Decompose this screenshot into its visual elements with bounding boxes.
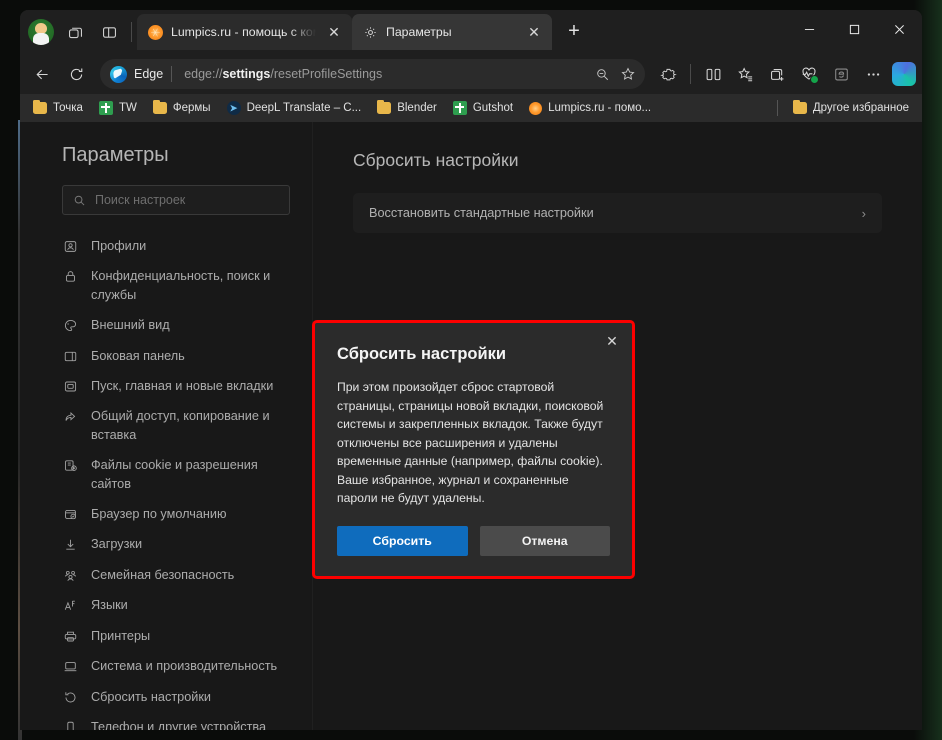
tab-strip: Lumpics.ru - помощь с компьюте ✕ Парамет… — [20, 10, 922, 54]
other-favorites-label: Другое избранное — [812, 102, 909, 114]
url-text[interactable]: edge://settings/resetProfileSettings — [184, 67, 589, 81]
url-suffix: /resetProfileSettings — [270, 67, 383, 81]
bookmark-label: Точка — [53, 102, 83, 114]
green-cross-icon — [452, 101, 467, 115]
refresh-icon[interactable] — [60, 58, 92, 90]
favorites-icon[interactable] — [730, 58, 760, 90]
omnibox-brand: Edge — [134, 67, 164, 81]
omnibox-divider — [171, 66, 173, 82]
bookmark-item[interactable]: Gutshot — [446, 98, 520, 118]
profile-avatar[interactable] — [24, 15, 58, 49]
edge-logo-icon — [110, 65, 127, 83]
workspaces-icon[interactable] — [58, 15, 92, 49]
address-bar[interactable]: Edge edge://settings/resetProfileSetting… — [100, 59, 645, 89]
bookmark-item[interactable]: TW — [92, 98, 144, 118]
navigation-bar: Edge edge://settings/resetProfileSetting… — [20, 54, 922, 94]
dialog-title: Сбросить настройки — [337, 345, 507, 363]
settings-page: Параметры Поиск настроек Профили Конфиде… — [20, 122, 922, 730]
tab-close-icon[interactable]: ✕ — [524, 22, 544, 42]
dialog-body-text: При этом произойдет сброс стартовой стра… — [337, 380, 604, 506]
minimize-button[interactable] — [787, 10, 832, 48]
zoom-out-icon[interactable] — [589, 61, 615, 87]
bookmark-label: Lumpics.ru - помо... — [548, 102, 652, 114]
tab-actions-icon[interactable] — [92, 15, 126, 49]
cancel-button[interactable]: Отмена — [479, 525, 610, 556]
bookmark-label: DeepL Translate – C... — [246, 102, 362, 114]
new-tab-button[interactable]: + — [558, 15, 590, 47]
close-icon[interactable]: ✕ — [600, 329, 624, 353]
folder-icon — [792, 99, 807, 114]
status-indicator-dot — [810, 75, 819, 84]
tab-title: Параметры — [386, 25, 452, 39]
avatar — [28, 19, 54, 45]
browser-window: Lumpics.ru - помощь с компьюте ✕ Парамет… — [20, 10, 922, 730]
toolbar-divider — [690, 64, 691, 84]
ie-mode-icon[interactable] — [826, 58, 856, 90]
tab-title: Lumpics.ru - помощь с компьюте — [171, 25, 316, 39]
desktop-background: Lumpics.ru - помощь с компьюте ✕ Парамет… — [0, 0, 942, 740]
deepl-icon: ➤ — [226, 101, 241, 115]
folder-icon — [377, 99, 392, 114]
bookmarks-bar: Точка TW Фермы ➤ DeepL Translate – C... … — [20, 94, 922, 122]
other-favorites-button[interactable]: Другое избранное — [786, 99, 916, 117]
split-screen-icon[interactable] — [698, 58, 728, 90]
orange-icon — [148, 24, 163, 40]
bookmark-item[interactable]: ➤ DeepL Translate – C... — [220, 98, 369, 118]
browser-tab-active[interactable]: Параметры ✕ — [352, 14, 552, 50]
back-arrow-icon[interactable] — [26, 58, 58, 90]
green-cross-icon — [98, 101, 113, 115]
reset-settings-dialog: ✕ Сбросить настройки При этом произойдет… — [312, 320, 635, 579]
bookmark-item[interactable]: Lumpics.ru - помо... — [522, 99, 658, 118]
bookmark-label: Gutshot — [472, 102, 514, 114]
favorite-star-icon[interactable] — [615, 61, 641, 87]
maximize-button[interactable] — [832, 10, 877, 48]
bookmark-label: TW — [118, 102, 137, 114]
collections-icon[interactable] — [762, 58, 792, 90]
gear-icon — [363, 25, 378, 40]
more-options-icon[interactable] — [858, 58, 888, 90]
bookmarks-divider — [776, 100, 778, 116]
browser-tab[interactable]: Lumpics.ru - помощь с компьюте ✕ — [137, 14, 352, 50]
dialog-actions: Сбросить Отмена — [337, 525, 610, 556]
bookmark-item[interactable]: Фермы — [146, 99, 218, 117]
bookmark-label: Blender — [397, 102, 437, 114]
bookmark-item[interactable]: Точка — [26, 99, 90, 117]
browser-essentials-icon[interactable] — [794, 58, 824, 90]
extensions-icon[interactable] — [653, 58, 683, 90]
orange-icon — [529, 101, 543, 115]
url-bold: settings — [222, 67, 271, 81]
copilot-icon[interactable] — [892, 62, 916, 86]
folder-icon — [33, 99, 47, 114]
bookmark-item[interactable]: Blender — [370, 99, 444, 117]
tab-strip-divider — [131, 22, 132, 42]
url-prefix: edge:// — [184, 67, 223, 81]
tab-close-icon[interactable]: ✕ — [324, 22, 344, 42]
bookmark-label: Фермы — [172, 102, 211, 114]
tab-strip-left: Lumpics.ru - помощь с компьюте ✕ Парамет… — [20, 10, 590, 54]
folder-icon — [152, 99, 167, 114]
bookmarks-bar-right: Другое избранное — [771, 99, 916, 117]
confirm-reset-button[interactable]: Сбросить — [337, 525, 468, 556]
window-controls — [787, 10, 922, 54]
close-window-button[interactable] — [877, 10, 922, 48]
